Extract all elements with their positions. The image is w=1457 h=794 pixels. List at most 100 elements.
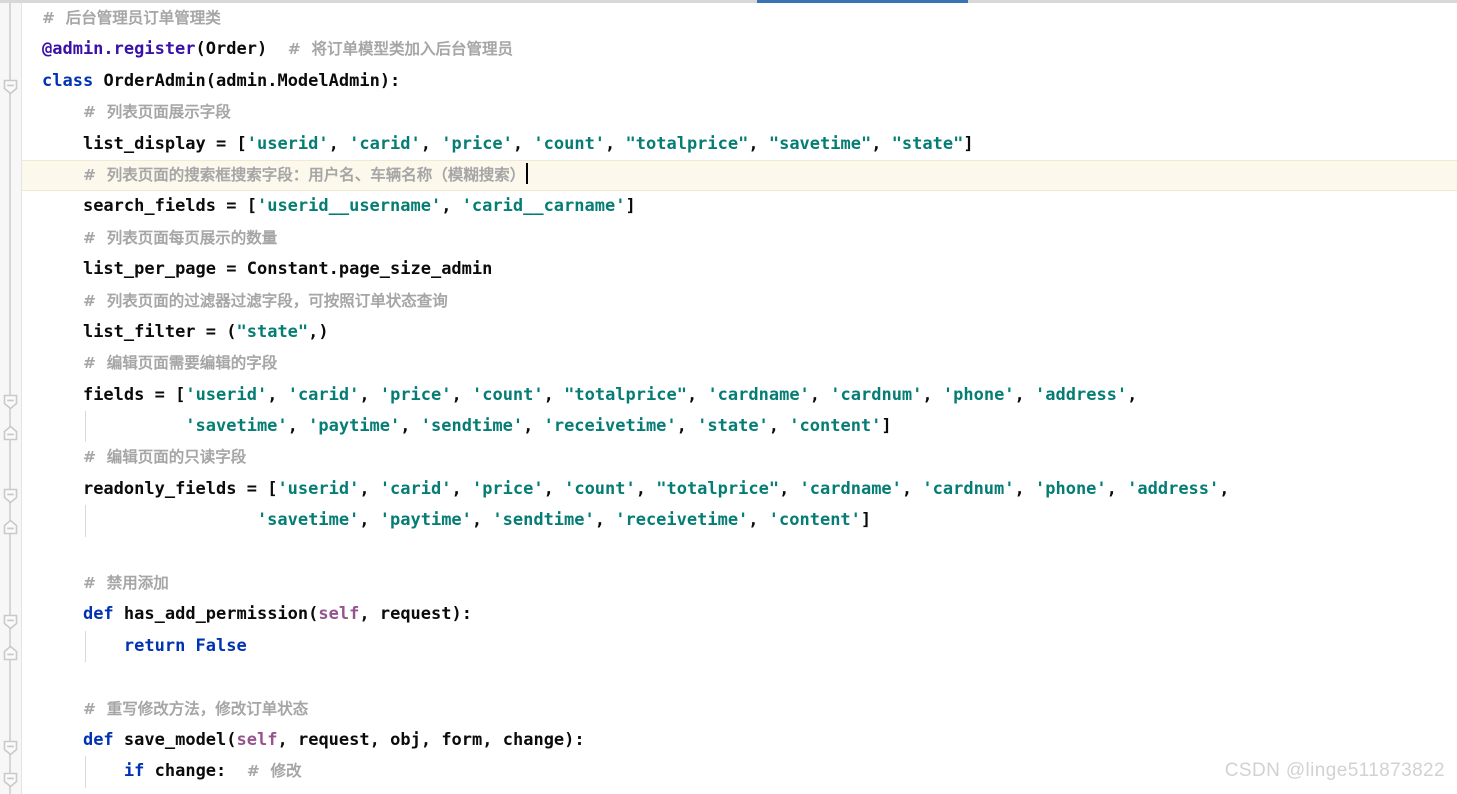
token-punct: , — [267, 384, 288, 405]
code-line[interactable]: list_display = ['userid', 'carid', 'pric… — [22, 129, 1457, 160]
editor-text-area[interactable]: # 后台管理员订单管理类 @admin.register(Order) # 将订单… — [22, 3, 1457, 794]
token-comment: # 后台管理员订单管理类 — [42, 9, 221, 27]
token-punct: ,) — [308, 321, 329, 342]
code-line[interactable]: # 后台管理员订单管理类 — [22, 3, 1457, 34]
token-ident: list_display — [82, 133, 217, 154]
editor-gutter[interactable] — [0, 3, 22, 794]
token-ident: has_add_permission — [123, 604, 309, 625]
token-string: 'count' — [564, 478, 636, 499]
token-self: self — [236, 729, 278, 750]
code-line[interactable]: 'savetime', 'paytime', 'sendtime', 'rece… — [22, 411, 1457, 443]
code-line-content: search_fields = ['userid__username', 'ca… — [22, 191, 1457, 222]
code-line[interactable]: # 禁用添加 — [22, 568, 1457, 599]
token-punct: , — [287, 416, 309, 437]
code-line[interactable]: class OrderAdmin(admin.ModelAdmin): — [22, 66, 1457, 97]
code-line[interactable]: # 重写修改方法，修改订单状态 — [22, 694, 1457, 725]
token-punct: = ( — [205, 321, 237, 342]
token-string: "state" — [891, 133, 964, 154]
code-line-content: # 编辑页面需要编辑的字段 — [22, 348, 1457, 379]
code-line[interactable]: readonly_fields = ['userid', 'carid', 'p… — [22, 474, 1457, 505]
token-punct: , — [420, 133, 442, 154]
token-ident: readonly_fields — [82, 478, 247, 499]
code-line[interactable]: # 列表页面展示字段 — [22, 97, 1457, 128]
token-string: 'sendtime' — [420, 416, 524, 437]
code-line[interactable]: # 编辑页面的只读字段 — [22, 442, 1457, 473]
code-line[interactable]: def has_add_permission(self, request): — [22, 599, 1457, 630]
token-string: 'sendtime' — [492, 510, 595, 531]
token-punct: , — [543, 384, 565, 405]
token-punct: = [ — [154, 384, 186, 405]
fold-start-icon[interactable] — [2, 613, 19, 630]
token-keyword: def — [82, 729, 114, 750]
token-string: "savetime" — [768, 133, 872, 154]
code-line[interactable]: # 编辑页面需要编辑的字段 — [22, 348, 1457, 379]
code-line-content: # 重写修改方法，修改订单状态 — [22, 694, 1457, 725]
code-line[interactable]: search_fields = ['userid__username', 'ca… — [22, 191, 1457, 222]
token-string: 'carid' — [379, 478, 452, 499]
token-punct: , — [369, 729, 391, 750]
code-line[interactable]: fields = ['userid', 'carid', 'price', 'c… — [22, 380, 1457, 411]
token-string: 'price' — [441, 133, 513, 154]
token-punct: , — [809, 384, 831, 405]
code-line[interactable] — [22, 537, 1457, 568]
fold-start-icon[interactable] — [2, 739, 19, 756]
token-punct: = — [226, 259, 247, 280]
token-string: 'receivetime' — [543, 416, 677, 437]
fold-end-icon[interactable] — [2, 425, 19, 442]
fold-end-icon[interactable] — [2, 519, 19, 536]
token-ident: list_filter — [82, 321, 206, 342]
code-line-content: return False — [22, 631, 1457, 662]
code-line[interactable] — [22, 662, 1457, 693]
code-line[interactable]: def save_model(self, request, obj, form,… — [22, 725, 1457, 756]
token-ident: request — [379, 604, 452, 625]
token-keyword: def — [82, 604, 114, 625]
code-line[interactable]: # 列表页面的过滤器过滤字段，可按照订单状态查询 — [22, 286, 1457, 317]
code-line[interactable]: @admin.register(Order) # 将订单模型类加入后台管理员 — [22, 34, 1457, 65]
code-line-content: readonly_fields = ['userid', 'carid', 'p… — [22, 474, 1457, 505]
fold-end-icon[interactable] — [2, 645, 19, 662]
token-comment: # 列表页面的搜索框搜索字段：用户名、车辆名称（模糊搜索） — [82, 165, 526, 184]
token-ident: form — [441, 729, 483, 750]
code-line-content: # 后台管理员订单管理类 — [22, 3, 1457, 34]
code-line-content: def save_model(self, request, obj, form,… — [22, 725, 1457, 756]
token-punct: = [ — [216, 133, 247, 154]
token-punct: ): — [451, 604, 472, 625]
token-punct: , — [1106, 478, 1128, 499]
token-string: "totalprice" — [656, 478, 780, 499]
code-line[interactable]: return False — [22, 630, 1457, 663]
code-line[interactable]: 'savetime', 'paytime', 'sendtime', 'rece… — [22, 505, 1457, 537]
fold-start-icon[interactable] — [2, 487, 19, 504]
code-line[interactable]: list_per_page = Constant.page_size_admin — [22, 254, 1457, 285]
code-line-content: class OrderAdmin(admin.ModelAdmin): — [22, 66, 1457, 97]
token-punct: , — [420, 729, 442, 750]
code-line[interactable]: list_filter = ("state",) — [22, 317, 1457, 348]
code-line-active[interactable]: # 列表页面的搜索框搜索字段：用户名、车辆名称（模糊搜索） — [22, 159, 1457, 192]
token-string: "state" — [236, 321, 309, 342]
code-line-content: list_per_page = Constant.page_size_admin — [22, 254, 1457, 285]
token-punct: , — [359, 604, 380, 625]
token-ident: change — [154, 761, 217, 782]
code-line-content: 'savetime', 'paytime', 'sendtime', 'rece… — [22, 411, 1457, 442]
token-decorator: @admin.register — [42, 39, 196, 60]
token-string: 'savetime' — [185, 416, 288, 437]
fold-start-icon[interactable] — [2, 393, 19, 410]
token-string: "totalprice" — [625, 133, 749, 154]
token-punct: , — [901, 478, 923, 499]
code-line[interactable]: # 列表页面每页展示的数量 — [22, 223, 1457, 254]
fold-start-icon[interactable] — [2, 771, 19, 788]
fold-start-icon[interactable] — [2, 78, 19, 95]
token-string: 'price' — [471, 478, 544, 499]
token-ident: change — [502, 729, 565, 750]
token-punct: ( — [308, 604, 319, 625]
code-line-content: fields = ['userid', 'carid', 'price', 'c… — [22, 380, 1457, 411]
token-punct: , — [277, 729, 298, 750]
code-line-content: # 禁用添加 — [22, 568, 1457, 599]
